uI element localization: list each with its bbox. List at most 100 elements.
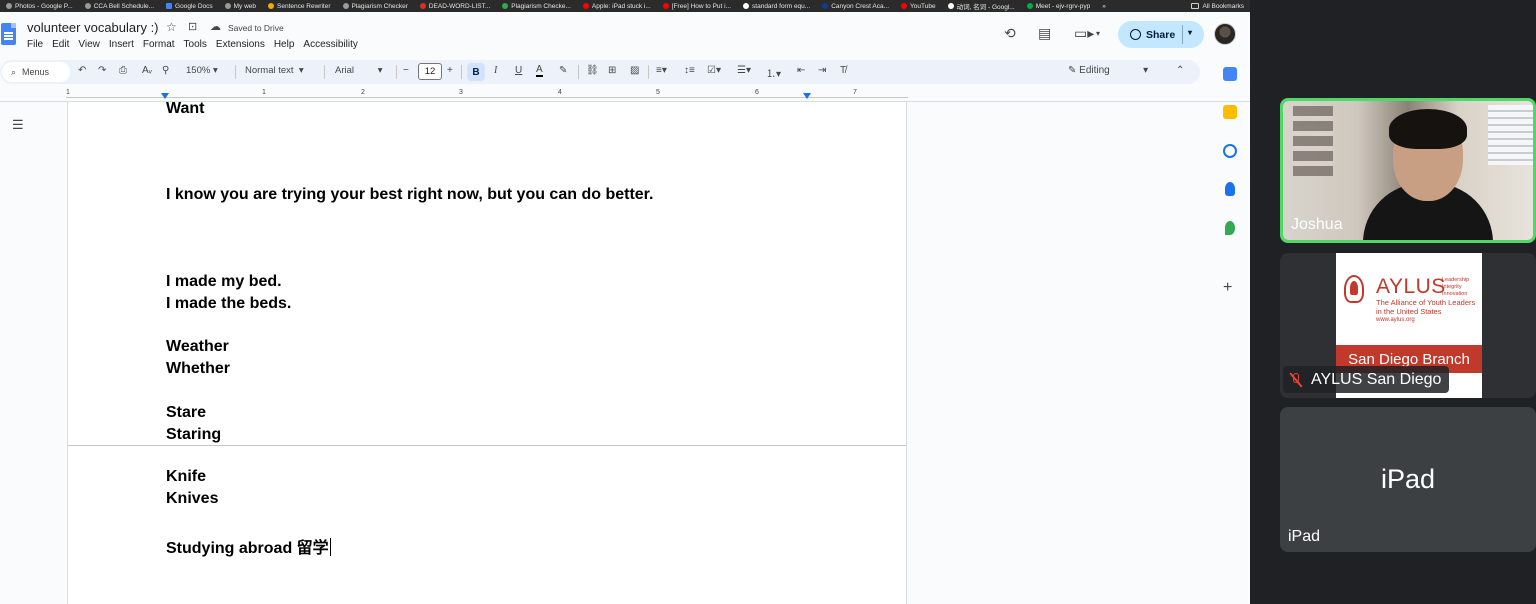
bookmark-item[interactable]: My web <box>219 3 262 10</box>
share-button[interactable]: Share ▾ <box>1118 21 1204 48</box>
version-history-icon[interactable]: ⟲ <box>1004 25 1016 42</box>
zoom-select[interactable]: 150% ▾ <box>186 65 218 76</box>
document-page[interactable]: Want I know you are trying your best rig… <box>67 100 907 446</box>
bookmark-item[interactable]: Apple: iPad stuck i... <box>577 3 657 10</box>
more-bookmarks-button[interactable]: » <box>1096 3 1112 10</box>
italic-button[interactable]: I <box>494 65 497 76</box>
bookmark-item[interactable]: standard form equ... <box>737 3 816 10</box>
keep-icon[interactable] <box>1223 105 1237 119</box>
maps-icon[interactable] <box>1225 221 1235 235</box>
search-icon <box>342 3 349 9</box>
increase-indent-icon[interactable]: ⇥ <box>818 65 826 76</box>
font-size-input[interactable]: 12 <box>418 63 442 80</box>
spellcheck-icon[interactable]: Aᵥ <box>142 65 152 76</box>
menu-format[interactable]: Format <box>143 39 175 50</box>
bookmark-item[interactable]: Google Docs <box>160 3 219 10</box>
contacts-icon[interactable] <box>1225 182 1235 196</box>
menu-edit[interactable]: Edit <box>52 39 69 50</box>
menu-view[interactable]: View <box>78 39 100 50</box>
document-title[interactable]: volunteer vocabulary :) <box>27 20 159 35</box>
paragraph-style-select[interactable]: Normal text ▾ <box>245 65 304 76</box>
search-menus-input[interactable]: ⌕ Menus <box>2 62 70 82</box>
line-spacing-icon[interactable]: ↕≡ <box>684 65 695 76</box>
right-indent-marker[interactable] <box>803 93 811 99</box>
bookmark-item[interactable]: Photos - Google P... <box>0 3 79 10</box>
youtube-icon <box>582 3 589 9</box>
redo-icon[interactable]: ↷ <box>98 65 106 76</box>
google-icon <box>743 3 750 9</box>
document-outline-icon[interactable]: ☰ <box>12 117 24 133</box>
bookmark-item[interactable]: [Free] How to Put i... <box>657 3 737 10</box>
collapse-menus-icon[interactable]: ⌃ <box>1176 65 1184 76</box>
chevron-down-icon[interactable]: ▾ <box>1188 28 1192 37</box>
web-icon <box>224 3 231 9</box>
bookmark-item[interactable]: Meet - ejv-rgrv-pyp <box>1021 3 1097 10</box>
menu-extensions[interactable]: Extensions <box>216 39 265 50</box>
print-icon[interactable]: ⎙ <box>119 65 127 76</box>
bookmark-item[interactable]: CCA Bell Schedule... <box>79 3 160 10</box>
all-bookmarks-button[interactable]: All Bookmarks <box>1191 0 1244 12</box>
bookmark-item[interactable]: Sentence Rewriter <box>262 3 336 10</box>
font-family-select[interactable]: Arial ▾ <box>335 65 383 76</box>
undo-icon[interactable]: ↶ <box>78 65 86 76</box>
doc-line: Stare <box>166 404 207 421</box>
chevron-down-icon[interactable]: ▾ <box>1096 29 1100 38</box>
ruler-number: 2 <box>361 89 365 96</box>
align-icon[interactable]: ≡▾ <box>656 65 667 76</box>
menu-file[interactable]: File <box>27 39 43 50</box>
doc-line: Want <box>166 100 205 117</box>
bookmark-item[interactable]: 动词, 名词 - Googl... <box>942 1 1021 11</box>
increase-font-size-button[interactable]: + <box>447 65 453 76</box>
menu-help[interactable]: Help <box>274 39 295 50</box>
menu-accessibility[interactable]: Accessibility <box>303 39 357 50</box>
link-icon[interactable]: ⛓ <box>586 65 599 76</box>
checklist-icon[interactable]: ☑▾ <box>707 65 721 76</box>
meet-video-icon[interactable]: ▭▸ <box>1074 25 1094 42</box>
menu-bar: File Edit View Insert Format Tools Exten… <box>27 39 358 50</box>
participant-tile-joshua[interactable]: Joshua <box>1280 98 1536 243</box>
decrease-indent-icon[interactable]: ⇤ <box>797 65 805 76</box>
participant-tile-aylus[interactable]: AYLUS Leadership Integrity Innovation Th… <box>1280 253 1536 398</box>
star-icon[interactable]: ☆ <box>166 20 177 34</box>
paint-format-icon[interactable]: ⚲ <box>162 65 169 76</box>
bookmark-item[interactable]: Plagiarism Checke... <box>496 3 577 10</box>
add-comment-icon[interactable]: ⊞ <box>608 65 616 76</box>
bulleted-list-icon[interactable]: ☰▾ <box>737 65 751 76</box>
cloud-saved-icon: ☁ <box>210 21 221 33</box>
underline-button[interactable]: U <box>515 65 522 76</box>
docs-logo-icon[interactable] <box>1 23 16 45</box>
doc-line-current: Studying abroad 留学 <box>166 538 331 557</box>
menu-insert[interactable]: Insert <box>109 39 134 50</box>
editing-mode-select[interactable]: ✎ Editing ▾ <box>1068 65 1148 76</box>
docs-icon <box>166 3 173 9</box>
avatar[interactable] <box>1214 23 1236 45</box>
document-page[interactable]: Knife Knives Studying abroad 留学 <box>67 446 907 604</box>
clear-formatting-icon[interactable]: T̸ <box>840 65 846 76</box>
numbered-list-icon[interactable]: ⒈▾ <box>766 65 781 80</box>
highlight-icon[interactable]: ✎ <box>559 65 567 76</box>
save-status: Saved to Drive <box>228 23 284 33</box>
comments-icon[interactable]: ▤ <box>1038 25 1051 42</box>
add-icon[interactable]: + <box>1223 279 1237 296</box>
bookmark-item[interactable]: YouTube <box>895 3 942 10</box>
participant-tile-ipad[interactable]: iPad iPad <box>1280 407 1536 552</box>
insert-image-icon[interactable]: ▨ <box>630 65 639 76</box>
text-color-button[interactable]: A <box>536 65 543 77</box>
move-folder-icon[interactable]: ⊡ <box>188 20 197 33</box>
decrease-font-size-button[interactable]: − <box>403 65 409 76</box>
calendar-icon[interactable] <box>1223 67 1237 81</box>
menu-tools[interactable]: Tools <box>184 39 207 50</box>
doc-line: Knife <box>166 468 206 485</box>
tasks-icon[interactable] <box>1223 144 1237 158</box>
doc-line: Staring <box>166 426 222 443</box>
bookmark-item[interactable]: DEAD-WORD-LIST... <box>414 3 496 10</box>
bold-button[interactable]: B <box>467 63 485 81</box>
participant-label: AYLUS San Diego <box>1283 366 1450 393</box>
left-indent-marker[interactable] <box>161 93 169 99</box>
bookmark-item[interactable]: Plagiarism Checker <box>337 3 414 10</box>
doc-line: Weather <box>166 338 229 355</box>
bookmarks-bar: Photos - Google P... CCA Bell Schedule..… <box>0 0 1250 12</box>
google-icon <box>947 3 954 9</box>
doc-line: Whether <box>166 360 230 377</box>
bookmark-item[interactable]: Canyon Crest Aca... <box>816 3 895 10</box>
